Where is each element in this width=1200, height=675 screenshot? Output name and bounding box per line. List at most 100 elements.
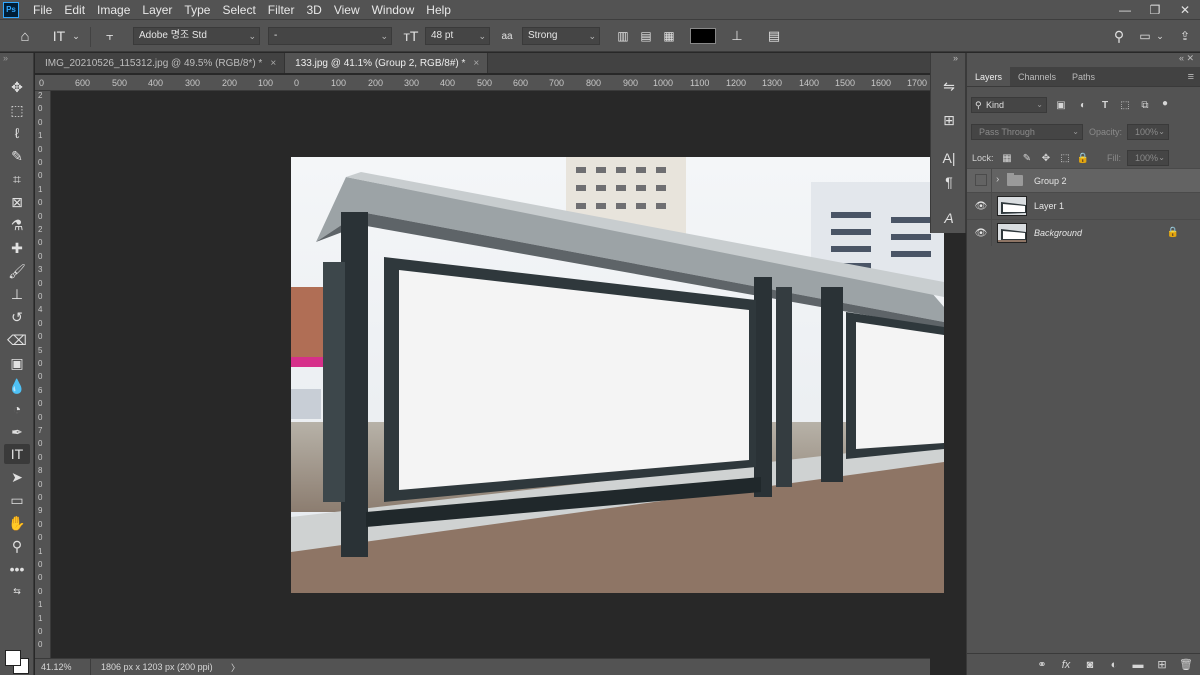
eye-icon[interactable]: 👁 <box>974 199 988 213</box>
zoom-level[interactable]: 41.12% <box>35 658 91 675</box>
path-selection-tool-icon[interactable]: ➤ <box>4 467 30 487</box>
layer-row-background[interactable]: 👁 Background 🔒 <box>967 219 1200 246</box>
tab-layers[interactable]: Layers <box>967 67 1011 86</box>
restore-icon[interactable]: ❐ <box>1140 0 1170 19</box>
chevron-down-icon[interactable]: ⌄ <box>70 26 82 46</box>
eyedropper-tool-icon[interactable]: ⚗ <box>4 215 30 235</box>
lasso-tool-icon[interactable]: ℓ <box>4 123 30 143</box>
status-menu-arrow-icon[interactable]: 〉 <box>231 661 240 674</box>
expand-panels-icon[interactable]: » <box>931 53 965 67</box>
filter-shape-icon[interactable]: ⬚ <box>1117 97 1133 113</box>
glyphs-panel-icon[interactable]: A <box>937 207 961 229</box>
lock-artboard-icon[interactable]: ⬚ <box>1057 150 1073 166</box>
healing-brush-tool-icon[interactable]: ✚ <box>4 238 30 258</box>
crop-tool-icon[interactable]: ⌗ <box>4 169 30 189</box>
type-tool-icon[interactable]: IT <box>4 444 30 464</box>
fill-input[interactable]: 100% ⌄ <box>1127 150 1169 166</box>
eye-icon[interactable]: 👁 <box>974 226 988 240</box>
menu-filter[interactable]: Filter <box>262 3 301 17</box>
gradient-tool-icon[interactable]: ▣ <box>4 353 30 373</box>
character-panel-icon[interactable]: ▤ <box>763 26 785 46</box>
layer-row-layer-1[interactable]: 👁 Layer 1 <box>967 192 1200 219</box>
menu-image[interactable]: Image <box>91 3 136 17</box>
horizontal-ruler[interactable]: 0 600 500 400 300 200 100 0 100 200 300 400 500 600 70… <box>35 75 930 91</box>
lock-image-icon[interactable]: ✎ <box>1019 150 1035 166</box>
layer-filter-select[interactable]: ⚲ Kind ⌄ <box>971 97 1047 113</box>
align-center-icon[interactable]: ▤ <box>635 26 657 46</box>
tab-paths[interactable]: Paths <box>1064 67 1103 86</box>
new-layer-icon[interactable]: ⊞ <box>1155 658 1169 671</box>
menu-3d[interactable]: 3D <box>300 3 327 17</box>
properties-panel-icon[interactable]: ⊞ <box>937 109 961 131</box>
filter-adjustment-icon[interactable]: ◐ <box>1075 97 1091 113</box>
more-tools-icon[interactable]: ••• <box>4 559 30 579</box>
foreground-color-swatch[interactable] <box>5 650 21 666</box>
font-family-select[interactable]: Adobe 명조 Std ⌄ <box>133 27 260 45</box>
chevron-right-icon[interactable]: › <box>996 174 999 185</box>
character-panel-icon[interactable]: A| <box>937 147 961 169</box>
tab-document-2[interactable]: 133.jpg @ 41.1% (Group 2, RGB/8#) * × <box>285 53 489 73</box>
new-group-icon[interactable]: ▬ <box>1131 659 1145 671</box>
chevron-down-icon[interactable]: ⌄ <box>1154 26 1166 46</box>
hand-tool-icon[interactable]: ✋ <box>4 513 30 533</box>
menu-edit[interactable]: Edit <box>58 3 91 17</box>
filter-pixel-icon[interactable]: ▣ <box>1053 97 1069 113</box>
eraser-tool-icon[interactable]: ⌫ <box>4 330 30 350</box>
tab-document-1[interactable]: IMG_20210526_115312.jpg @ 49.5% (RGB/8*)… <box>35 53 286 73</box>
color-swatches[interactable] <box>5 650 29 674</box>
antialias-select[interactable]: Strong ⌄ <box>522 27 600 45</box>
delete-layer-icon[interactable]: 🗑 <box>1179 658 1193 671</box>
history-panel-icon[interactable]: ⇋ <box>937 75 961 97</box>
tab-channels[interactable]: Channels <box>1010 67 1064 86</box>
align-left-icon[interactable]: ▥ <box>612 26 634 46</box>
filter-smart-object-icon[interactable]: ⧉ <box>1137 97 1153 113</box>
menu-help[interactable]: Help <box>420 3 457 17</box>
toggle-text-orientation-icon[interactable]: ⫟ <box>99 26 121 46</box>
lock-transparent-icon[interactable]: ▦ <box>999 150 1015 166</box>
dodge-tool-icon[interactable]: ◔ <box>4 399 30 419</box>
workspace-icon[interactable]: ▭ <box>1134 26 1156 46</box>
move-tool-icon[interactable]: ✥ <box>4 77 30 97</box>
paragraph-panel-icon[interactable]: ¶ <box>937 171 961 193</box>
menu-select[interactable]: Select <box>216 3 261 17</box>
pen-tool-icon[interactable]: ✒ <box>4 422 30 442</box>
quick-selection-tool-icon[interactable]: ✎ <box>4 146 30 166</box>
minimize-icon[interactable]: — <box>1110 0 1140 19</box>
marquee-tool-icon[interactable]: ⬚ <box>4 100 30 120</box>
brush-tool-icon[interactable]: 🖌 <box>4 261 30 281</box>
menu-file[interactable]: File <box>27 3 58 17</box>
history-brush-tool-icon[interactable]: ↺ <box>4 307 30 327</box>
lock-all-icon[interactable]: 🔒 <box>1075 150 1091 166</box>
canvas-image[interactable] <box>291 157 944 593</box>
add-mask-icon[interactable]: ◙ <box>1083 659 1097 671</box>
blend-mode-select[interactable]: Pass Through ⌄ <box>971 124 1083 140</box>
menu-view[interactable]: View <box>328 3 366 17</box>
warp-text-icon[interactable]: ⊥ <box>726 26 748 46</box>
menu-layer[interactable]: Layer <box>136 3 178 17</box>
adjustment-layer-icon[interactable]: ◐ <box>1107 659 1121 671</box>
menu-window[interactable]: Window <box>366 3 421 17</box>
text-color-swatch[interactable] <box>690 28 716 44</box>
align-right-icon[interactable]: ▦ <box>658 26 680 46</box>
layer-style-fx-icon[interactable]: fx <box>1059 659 1073 671</box>
share-icon[interactable]: ⇪ <box>1174 26 1196 46</box>
filter-type-icon[interactable]: T <box>1097 97 1113 113</box>
opacity-input[interactable]: 100% ⌄ <box>1127 124 1169 140</box>
collapse-panel-icon[interactable]: « ✕ <box>967 53 1200 67</box>
filter-toggle-icon[interactable]: ● <box>1157 95 1173 111</box>
frame-tool-icon[interactable]: ⊠ <box>4 192 30 212</box>
panel-menu-icon[interactable]: ≡ <box>1188 67 1200 86</box>
menu-type[interactable]: Type <box>178 3 216 17</box>
lock-position-icon[interactable]: ✥ <box>1038 150 1054 166</box>
search-icon[interactable]: ⚲ <box>1108 26 1130 46</box>
blur-tool-icon[interactable]: 💧 <box>4 376 30 396</box>
panel-grip-icon[interactable]: » <box>0 53 33 65</box>
home-icon[interactable]: ⌂ <box>14 26 36 46</box>
type-tool-preset-icon[interactable]: IT <box>48 26 70 46</box>
close-icon[interactable]: ✕ <box>1170 0 1200 19</box>
layer-row-group-2[interactable]: › Group 2 <box>967 168 1200 192</box>
link-layers-icon[interactable]: ⚭ <box>1035 658 1049 671</box>
close-icon[interactable]: × <box>270 58 276 69</box>
swap-colors-icon[interactable]: ⇆ <box>4 581 30 601</box>
font-size-select[interactable]: 48 pt ⌄ <box>425 27 490 45</box>
